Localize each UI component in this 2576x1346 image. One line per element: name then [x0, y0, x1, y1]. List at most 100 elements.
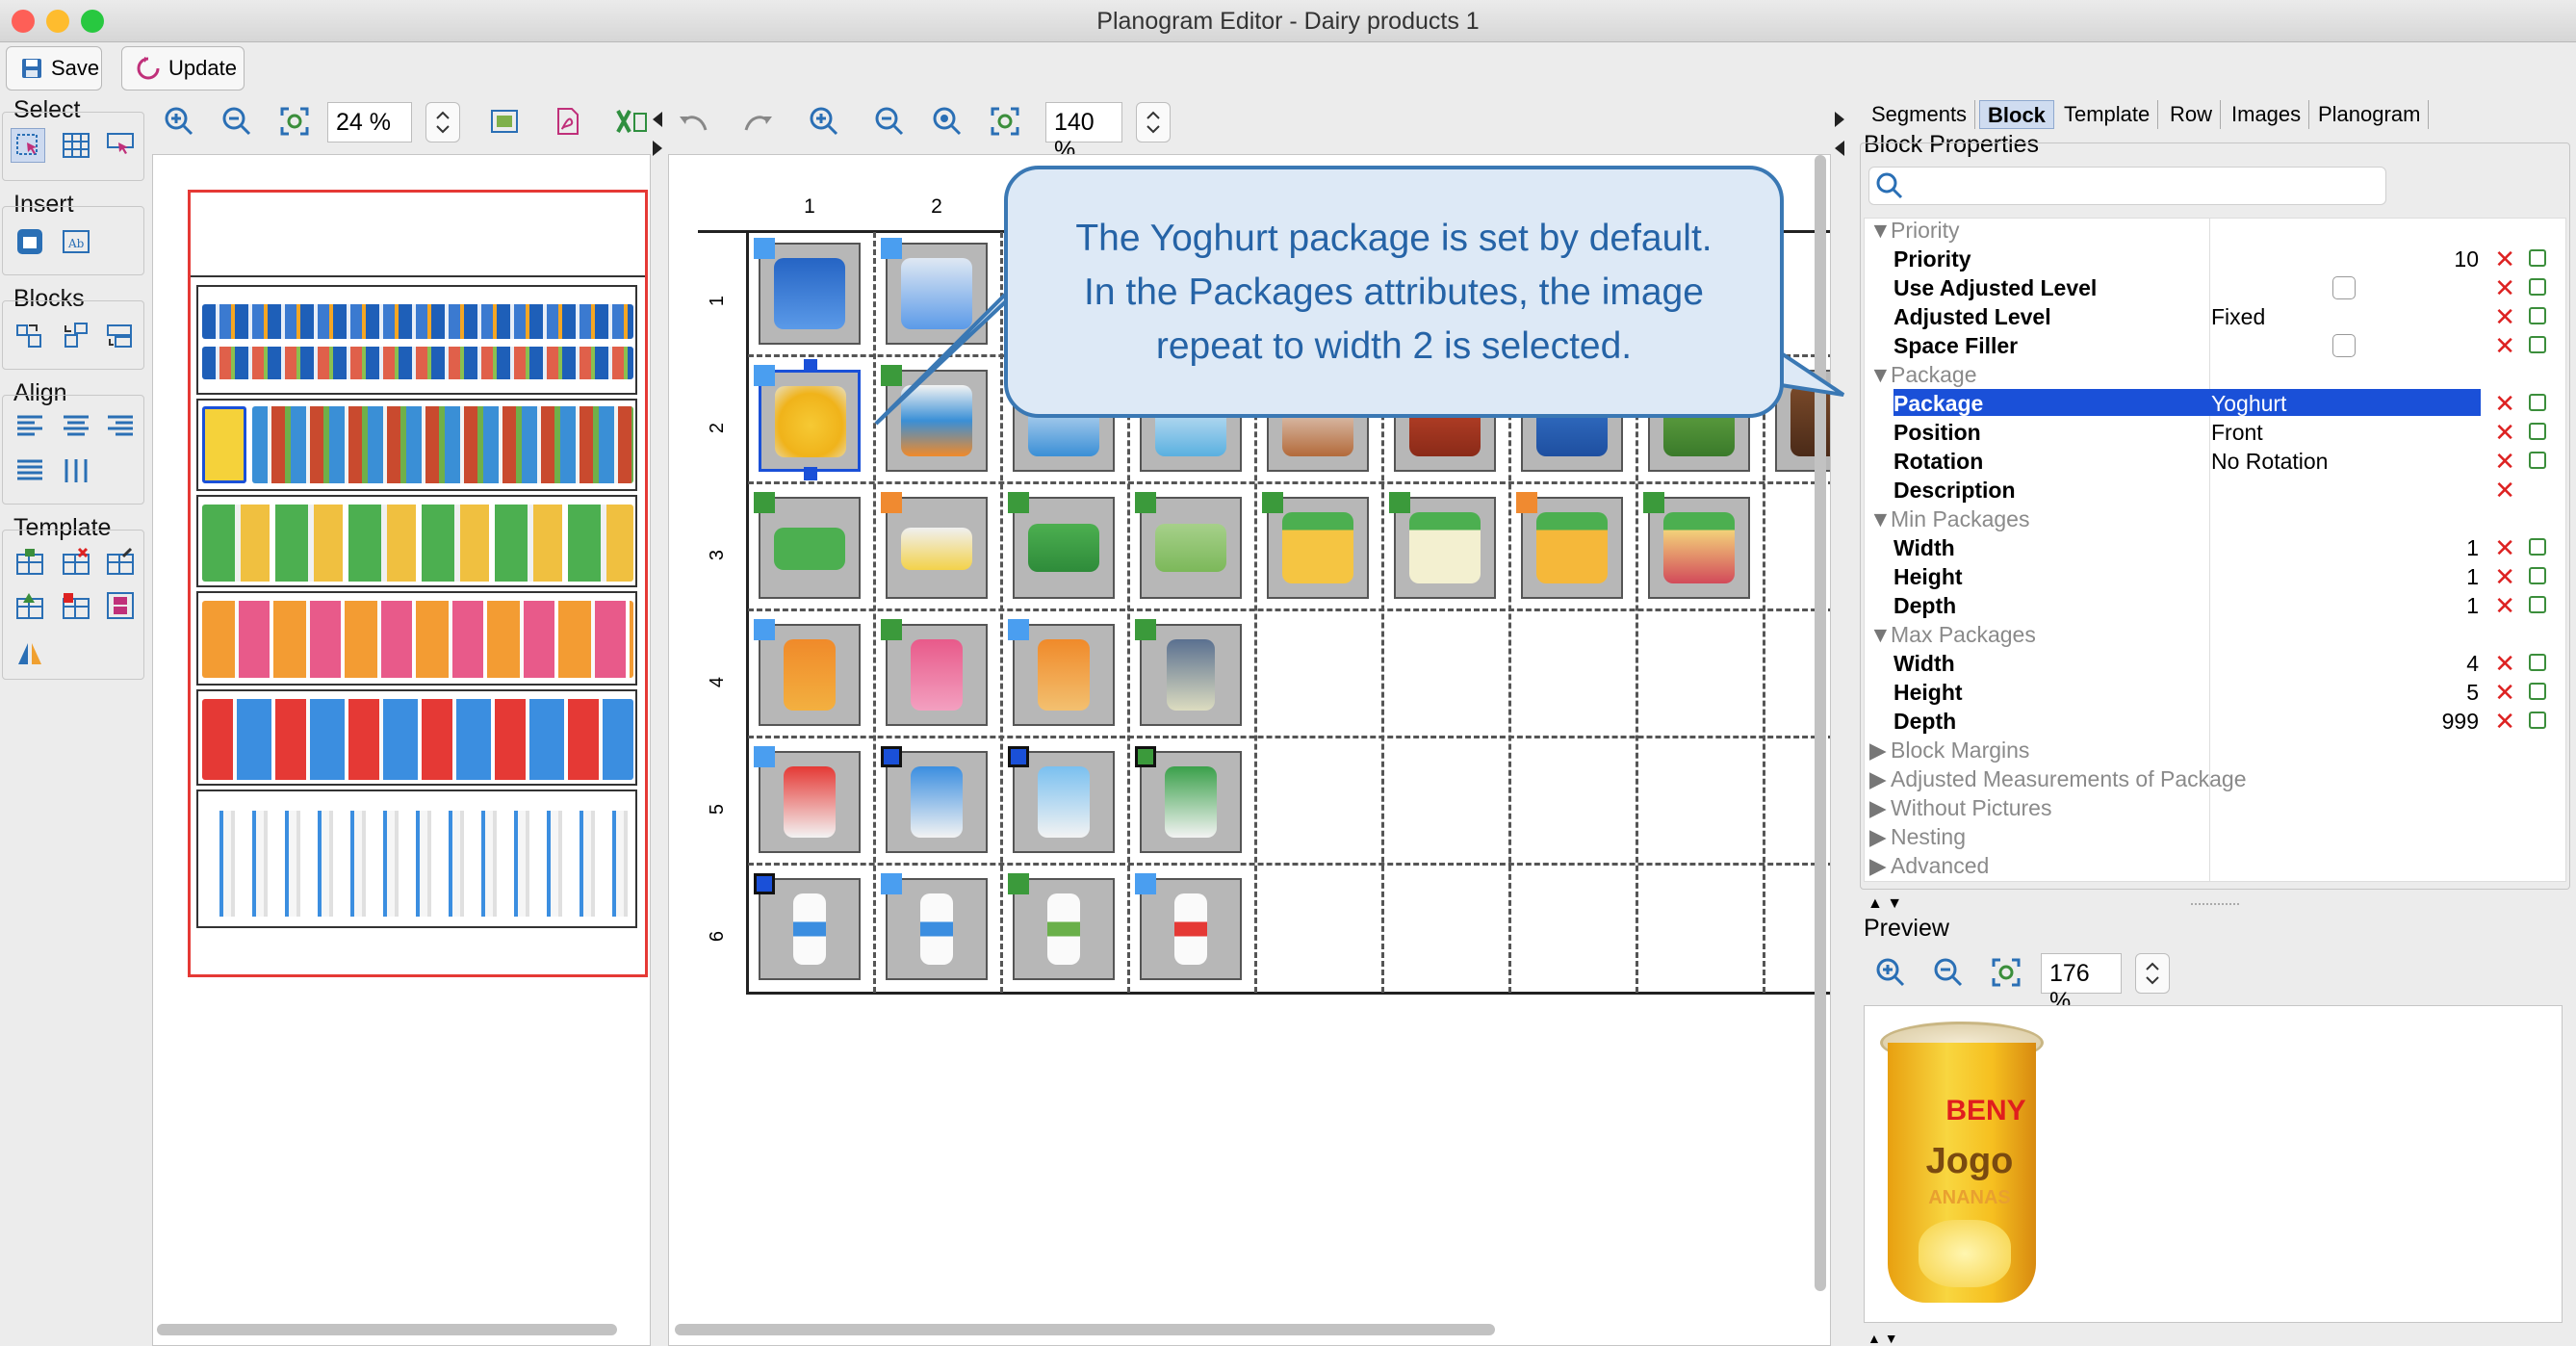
align-right-icon[interactable] [103, 409, 138, 444]
template-delete-icon[interactable] [59, 588, 93, 623]
undo-icon[interactable] [674, 102, 712, 141]
canvas-zoom-out-icon[interactable] [870, 102, 909, 141]
block-merge-icon[interactable] [13, 319, 47, 353]
max-depth-row[interactable]: Depth 999 ✕ [1865, 707, 2565, 736]
min-width-value[interactable]: 1 [2466, 535, 2479, 561]
clear-icon[interactable]: ✕ [2494, 533, 2515, 563]
min-height-value[interactable]: 1 [2466, 564, 2479, 590]
update-button[interactable]: Update [121, 46, 245, 91]
edit-icon[interactable] [2529, 596, 2546, 613]
align-justify-icon[interactable] [13, 453, 47, 488]
redo-icon[interactable] [739, 102, 778, 141]
expand-left-arrow-icon[interactable] [653, 141, 662, 156]
select-pointer-icon[interactable] [11, 128, 45, 163]
edit-icon[interactable] [2529, 654, 2546, 671]
splitter-arrows[interactable]: ▲ ▼ [1868, 895, 1902, 913]
align-center-icon[interactable] [59, 409, 93, 444]
max-depth-value[interactable]: 999 [2442, 709, 2479, 735]
expand-right-arrow-icon[interactable] [1835, 141, 1844, 156]
canvas-fit-icon[interactable] [986, 102, 1024, 141]
edit-icon[interactable] [2529, 683, 2546, 700]
clear-icon[interactable]: ✕ [2494, 649, 2515, 679]
overview-fit-icon[interactable] [275, 102, 314, 141]
tab-images[interactable]: Images [2224, 100, 2310, 129]
clear-icon[interactable]: ✕ [2494, 562, 2515, 592]
edit-icon[interactable] [2529, 538, 2546, 556]
edit-icon[interactable] [2529, 567, 2546, 584]
group-adjusted-measurements[interactable]: ▶ Adjusted Measurements of Package [1869, 766, 2246, 792]
clear-icon[interactable]: ✕ [2494, 707, 2515, 737]
edit-icon[interactable] [2529, 249, 2546, 267]
adjusted-level-value[interactable]: Fixed [2211, 304, 2265, 330]
min-depth-value[interactable]: 1 [2466, 593, 2479, 619]
block-split-icon[interactable] [59, 319, 93, 353]
tab-block[interactable]: Block [1979, 100, 2054, 129]
edit-icon[interactable] [2529, 336, 2546, 353]
template-remove-icon[interactable] [59, 544, 93, 579]
adjusted-level-row[interactable]: Adjusted Level Fixed ✕ [1865, 302, 2565, 331]
clear-icon[interactable]: ✕ [2494, 389, 2515, 419]
template-layers-icon[interactable] [103, 588, 138, 623]
edit-icon[interactable] [2529, 307, 2546, 324]
space-filler-row[interactable]: Space Filler ✕ [1865, 331, 2565, 360]
property-search-input[interactable] [1868, 167, 2386, 205]
priority-value[interactable]: 10 [2454, 246, 2479, 272]
distribute-vertical-icon[interactable] [59, 453, 93, 488]
edit-icon[interactable] [2529, 452, 2546, 469]
select-grid-icon[interactable] [59, 128, 93, 163]
position-row[interactable]: Position Front ✕ [1865, 418, 2565, 447]
priority-row[interactable]: Priority 10 ✕ [1865, 245, 2565, 273]
insert-block-icon[interactable] [13, 224, 47, 259]
overview-zoom-stepper[interactable] [425, 102, 460, 142]
template-apply-icon[interactable] [13, 544, 47, 579]
max-height-row[interactable]: Height 5 ✕ [1865, 678, 2565, 707]
save-button[interactable]: Save [6, 46, 102, 91]
package-row[interactable]: Package Yoghurt ✕ [1865, 389, 2565, 418]
splitter-arrows-bottom[interactable]: ▲ ▼ [1868, 1331, 1898, 1346]
overview-zoom-in-icon[interactable] [160, 102, 198, 141]
clear-icon[interactable]: ✕ [2494, 245, 2515, 274]
group-package[interactable]: ▼Package [1869, 362, 1977, 388]
position-value[interactable]: Front [2211, 420, 2263, 446]
overview-zoom-field[interactable]: 24 % [327, 102, 412, 142]
group-min-packages[interactable]: ▼Min Packages [1869, 506, 2029, 532]
group-nesting[interactable]: ▶ Nesting [1869, 824, 1966, 850]
clear-icon[interactable]: ✕ [2494, 447, 2515, 477]
canvas-zoom-stepper[interactable] [1136, 102, 1171, 142]
collapse-right-arrow-icon[interactable] [1835, 112, 1844, 127]
preview-zoom-field[interactable]: 176 % [2041, 953, 2122, 1015]
clear-icon[interactable]: ✕ [2494, 418, 2515, 448]
preview-zoom-in-icon[interactable] [1871, 953, 1910, 992]
export-excel-icon[interactable] [612, 102, 651, 141]
group-priority[interactable]: ▼Priority [1869, 218, 1960, 244]
edit-icon[interactable] [2529, 712, 2546, 729]
tab-template[interactable]: Template [2056, 100, 2159, 129]
group-block-margins[interactable]: ▶ Block Margins [1869, 738, 2029, 764]
tab-planogram[interactable]: Planogram [2310, 100, 2430, 129]
mirror-icon[interactable] [13, 636, 47, 671]
package-value[interactable]: Yoghurt [2211, 391, 2286, 417]
max-width-value[interactable]: 4 [2466, 651, 2479, 677]
group-advanced[interactable]: ▶ Advanced [1869, 853, 1989, 879]
edit-icon[interactable] [2529, 278, 2546, 296]
clear-icon[interactable]: ✕ [2494, 273, 2515, 303]
overview-zoom-out-icon[interactable] [218, 102, 256, 141]
preview-zoom-stepper[interactable] [2135, 953, 2170, 994]
group-max-packages[interactable]: ▼Max Packages [1869, 622, 2036, 648]
selection-handle[interactable] [804, 359, 817, 373]
min-width-row[interactable]: Width 1 ✕ [1865, 533, 2565, 562]
canvas-horizontal-scrollbar[interactable] [675, 1324, 1495, 1335]
max-height-value[interactable]: 5 [2466, 680, 2479, 706]
canvas-zoom-selection-icon[interactable] [928, 102, 966, 141]
tab-segments[interactable]: Segments [1864, 100, 1976, 129]
min-height-row[interactable]: Height 1 ✕ [1865, 562, 2565, 591]
tab-row[interactable]: Row [2162, 100, 2222, 129]
export-pdf-icon[interactable] [549, 102, 587, 141]
clear-icon[interactable]: ✕ [2494, 678, 2515, 708]
clear-icon[interactable]: ✕ [2494, 331, 2515, 361]
splitter-grip[interactable] [2191, 903, 2239, 905]
space-filler-checkbox[interactable] [2332, 334, 2356, 357]
rotation-row[interactable]: Rotation No Rotation ✕ [1865, 447, 2565, 476]
block-arrange-icon[interactable] [103, 319, 138, 353]
max-width-row[interactable]: Width 4 ✕ [1865, 649, 2565, 678]
